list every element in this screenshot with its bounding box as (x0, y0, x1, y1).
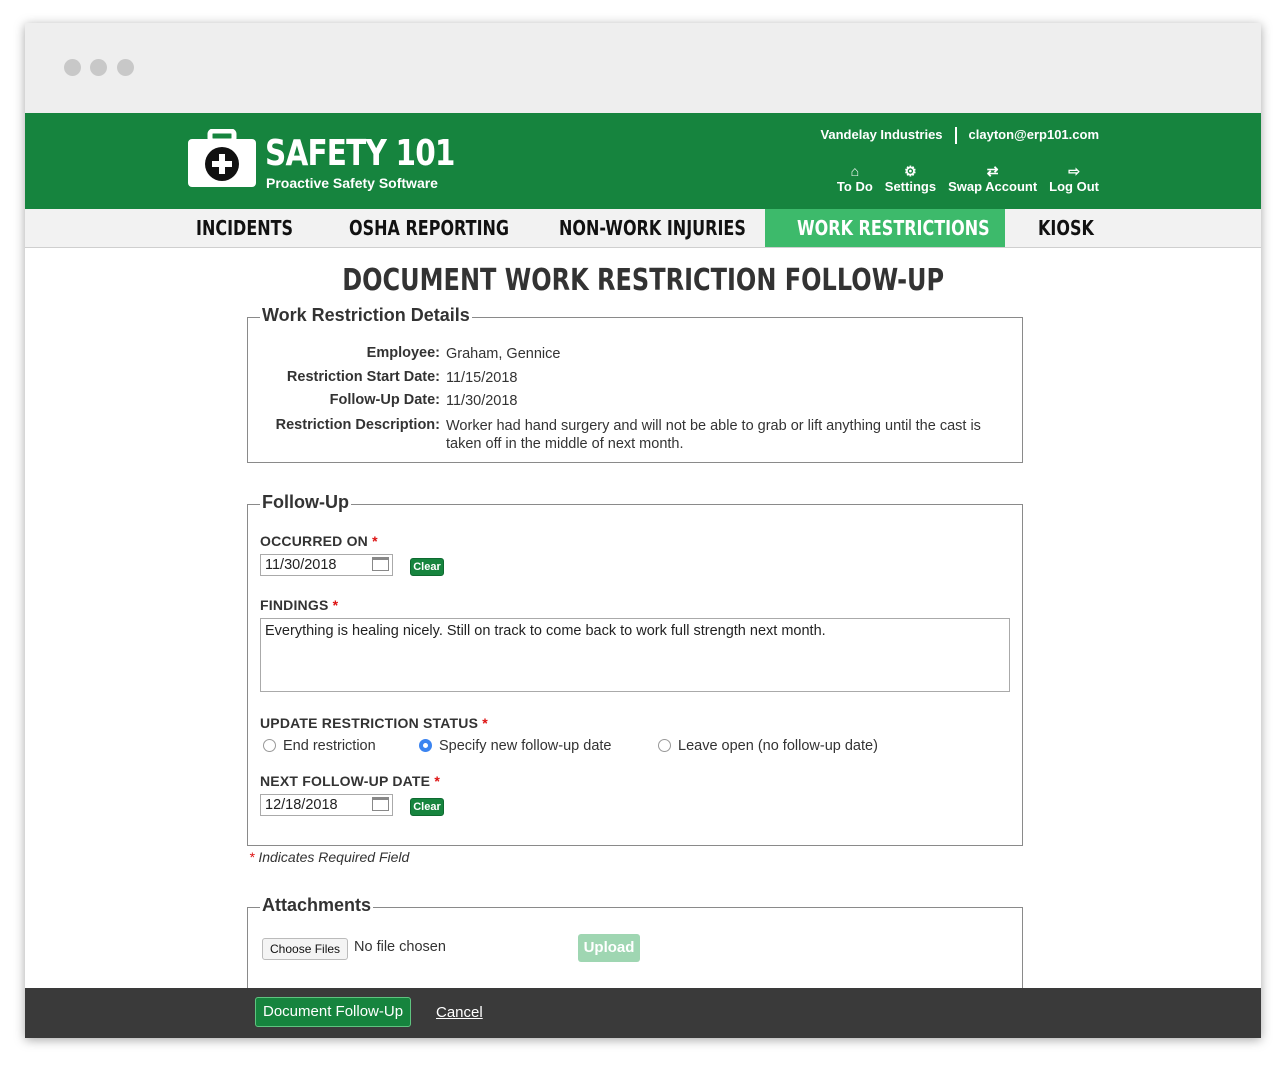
main-nav: INCIDENTS OSHA REPORTING NON-WORK INJURI… (25, 209, 1261, 248)
logout-label: Log Out (1049, 179, 1099, 194)
settings-link[interactable]: ⚙ Settings (885, 163, 936, 194)
todo-link[interactable]: ⌂ To Do (837, 163, 873, 194)
radio-circle-selected[interactable] (419, 739, 432, 752)
detail-value: 11/15/2018 (446, 370, 518, 386)
gear-icon: ⚙ (904, 163, 917, 179)
logout-link[interactable]: ⇨ Log Out (1049, 163, 1099, 194)
detail-value: Worker had hand surgery and will not be … (446, 418, 981, 452)
first-aid-kit-icon (188, 129, 256, 187)
account-info: Vandelay Industries clayton@erp101.com (820, 127, 1099, 145)
followup-panel: Follow-Up OCCURRED ON * 11/30/2018 Clear… (247, 492, 1023, 846)
occurred-clear-button[interactable]: Clear (410, 558, 444, 576)
radio-leave-open[interactable]: Leave open (no follow-up date) (658, 738, 878, 754)
required-field-note: * Indicates Required Field (249, 849, 410, 865)
findings-label: FINDINGS * (260, 597, 339, 613)
settings-label: Settings (884, 179, 937, 194)
next-followup-label: NEXT FOLLOW-UP DATE * (260, 773, 440, 789)
followup-legend: Follow-Up (260, 492, 351, 513)
choose-files-button[interactable]: Choose Files (262, 938, 349, 960)
calendar-icon[interactable] (372, 557, 389, 571)
browser-window: SAFETY 101 Proactive Safety Software Van… (25, 23, 1261, 1038)
tab-incidents[interactable]: INCIDENTS (196, 209, 317, 247)
detail-label: Follow-Up Date: (329, 392, 440, 408)
user-email[interactable]: clayton@erp101.com (969, 127, 1099, 142)
swap-account-label: Swap Account (948, 179, 1038, 194)
calendar-icon[interactable] (372, 797, 389, 811)
app-title: SAFETY 101 (265, 133, 455, 174)
occurred-on-label: OCCURRED ON * (260, 533, 378, 549)
window-zoom-dot[interactable] (117, 59, 134, 76)
tab-osha-reporting[interactable]: OSHA REPORTING (349, 209, 549, 247)
occurred-on-input[interactable]: 11/30/2018 (260, 554, 393, 576)
attachments-legend: Attachments (260, 895, 374, 916)
company-name[interactable]: Vandelay Industries (820, 127, 942, 142)
tab-work-restrictions[interactable]: WORK RESTRICTIONS (797, 209, 1038, 247)
app-header: SAFETY 101 Proactive Safety Software Van… (25, 113, 1261, 209)
swap-account-link[interactable]: ⇄ Swap Account (948, 163, 1037, 194)
next-followup-input[interactable]: 12/18/2018 (260, 794, 393, 816)
required-marker: * (332, 597, 339, 613)
detail-value: Graham, Gennice (446, 346, 561, 362)
top-links: ⌂ To Do ⚙ Settings ⇄ Swap Account ⇨ Log … (837, 163, 1099, 194)
radio-end-restriction[interactable]: End restriction (263, 738, 376, 754)
cancel-link[interactable]: Cancel (436, 1004, 483, 1021)
window-close-dot[interactable] (64, 59, 81, 76)
required-marker: * (434, 773, 440, 789)
document-followup-button[interactable]: Document Follow-Up (255, 997, 412, 1027)
radio-circle[interactable] (658, 739, 671, 752)
status-label: UPDATE RESTRICTION STATUS * (260, 715, 488, 731)
window-chrome (25, 23, 1261, 113)
next-clear-button[interactable]: Clear (410, 798, 444, 816)
no-file-text: No file chosen (354, 939, 446, 955)
swap-arrows-icon: ⇄ (986, 163, 999, 179)
required-marker: * (372, 533, 378, 549)
radio-circle[interactable] (263, 739, 276, 752)
app-subtitle: Proactive Safety Software (266, 175, 438, 191)
detail-label: Employee: (366, 345, 440, 361)
home-icon: ⌂ (850, 163, 860, 179)
details-legend: Work Restriction Details (260, 305, 472, 326)
upload-button[interactable]: Upload (578, 934, 640, 962)
tab-kiosk[interactable]: KIOSK (1038, 209, 1108, 247)
detail-value: 11/30/2018 (446, 393, 518, 409)
divider (954, 127, 957, 145)
todo-label: To Do (836, 179, 873, 194)
window-minimize-dot[interactable] (90, 59, 107, 76)
findings-textarea[interactable]: Everything is healing nicely. Still on t… (260, 618, 1010, 692)
detail-label: Restriction Description: (275, 417, 440, 433)
tab-non-work-injuries[interactable]: NON-WORK INJURIES (559, 209, 793, 247)
details-panel: Work Restriction Details Employee: Graha… (247, 305, 1023, 463)
logout-icon: ⇨ (1068, 163, 1080, 179)
action-bar: Document Follow-Up Cancel (25, 988, 1261, 1038)
required-marker: * (482, 715, 488, 731)
radio-specify-date[interactable]: Specify new follow-up date (419, 738, 612, 754)
page-title: DOCUMENT WORK RESTRICTION FOLLOW-UP (342, 263, 944, 298)
detail-label: Restriction Start Date: (286, 369, 440, 385)
